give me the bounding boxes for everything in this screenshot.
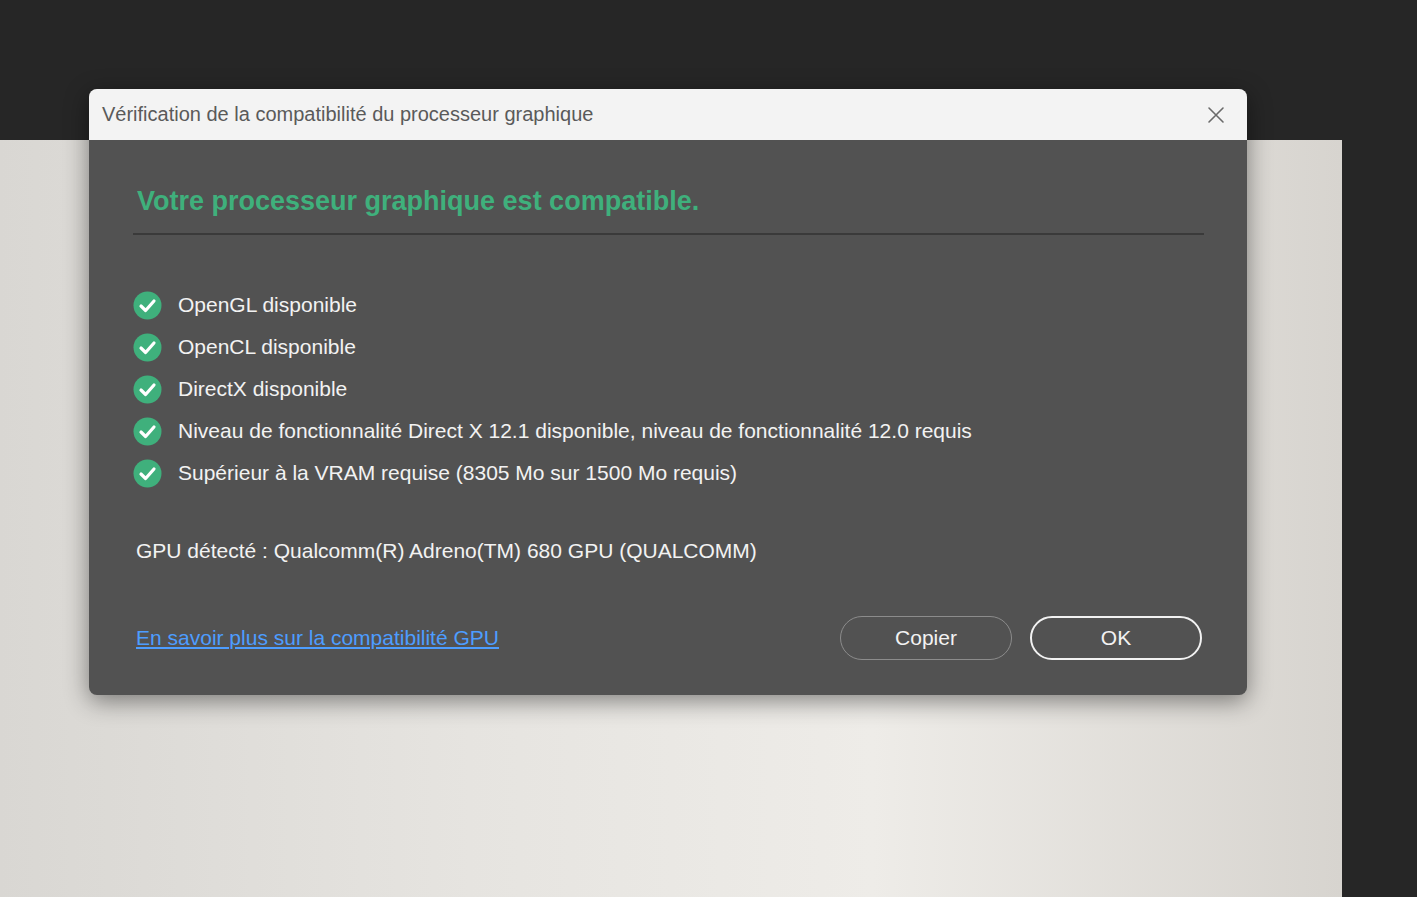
dialog-body: Votre processeur graphique est compatibl… bbox=[89, 140, 1247, 695]
learn-more-link[interactable]: En savoir plus sur la compatibilité GPU bbox=[136, 626, 499, 650]
gpu-detected: GPU détecté : Qualcomm(R) Adreno(TM) 680… bbox=[136, 536, 1204, 566]
check-row: OpenGL disponible bbox=[133, 284, 1204, 326]
ok-button[interactable]: OK bbox=[1030, 616, 1202, 660]
check-label: OpenGL disponible bbox=[178, 293, 357, 317]
check-circle-icon bbox=[133, 333, 162, 362]
close-icon bbox=[1207, 106, 1225, 124]
gpu-compatibility-dialog: Vérification de la compatibilité du proc… bbox=[89, 89, 1247, 695]
check-row: Niveau de fonctionnalité Direct X 12.1 d… bbox=[133, 410, 1204, 452]
copy-button[interactable]: Copier bbox=[840, 616, 1012, 660]
check-row: DirectX disponible bbox=[133, 368, 1204, 410]
check-circle-icon bbox=[133, 291, 162, 320]
check-circle-icon bbox=[133, 417, 162, 446]
check-row: OpenCL disponible bbox=[133, 326, 1204, 368]
check-label: Supérieur à la VRAM requise (8305 Mo sur… bbox=[178, 461, 737, 485]
close-button[interactable] bbox=[1203, 102, 1229, 128]
dialog-footer: En savoir plus sur la compatibilité GPU C… bbox=[133, 616, 1204, 660]
check-label: DirectX disponible bbox=[178, 377, 347, 401]
check-circle-icon bbox=[133, 375, 162, 404]
button-group: Copier OK bbox=[840, 616, 1202, 660]
check-label: Niveau de fonctionnalité Direct X 12.1 d… bbox=[178, 419, 972, 443]
divider bbox=[133, 233, 1204, 235]
check-row: Supérieur à la VRAM requise (8305 Mo sur… bbox=[133, 452, 1204, 494]
check-list: OpenGL disponible OpenCL disponible Direct… bbox=[133, 284, 1204, 494]
check-label: OpenCL disponible bbox=[178, 335, 356, 359]
check-circle-icon bbox=[133, 459, 162, 488]
result-heading: Votre processeur graphique est compatibl… bbox=[137, 184, 1204, 218]
dialog-title: Vérification de la compatibilité du proc… bbox=[102, 103, 593, 126]
workspace: Vérification de la compatibilité du proc… bbox=[0, 0, 1417, 897]
title-bar: Vérification de la compatibilité du proc… bbox=[89, 89, 1247, 140]
